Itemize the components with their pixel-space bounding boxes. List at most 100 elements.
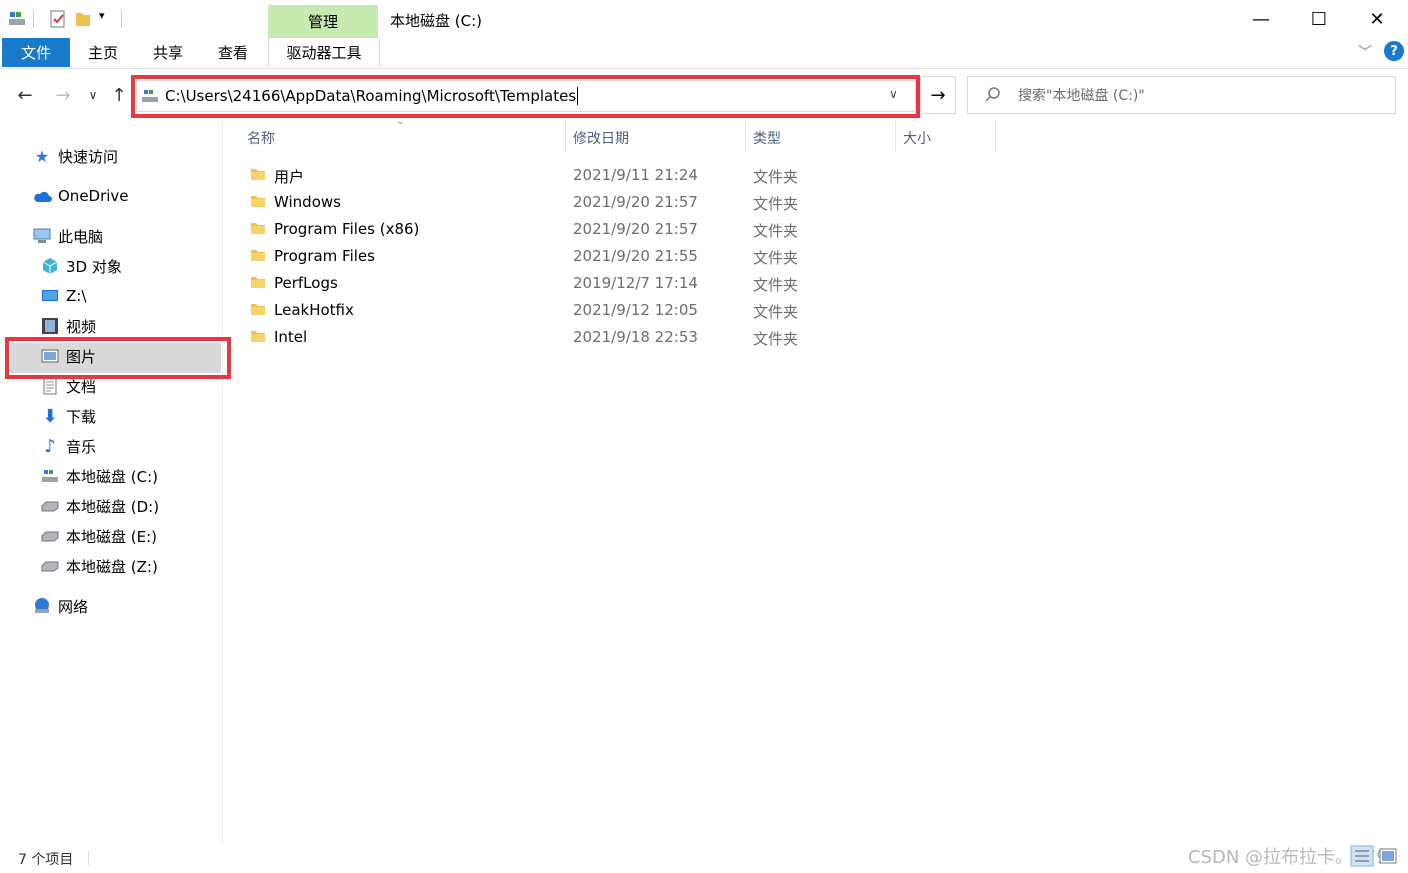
highlight-box: [5, 337, 231, 379]
folder-icon: [251, 304, 265, 315]
qa-separator: [121, 10, 122, 28]
nav-label: 本地磁盘 (E:): [66, 527, 158, 546]
new-folder-icon[interactable]: [74, 10, 92, 28]
file-row[interactable]: PerfLogs 2019/12/7 17:14 文件夹: [248, 271, 848, 298]
go-button[interactable]: →: [920, 76, 956, 114]
file-date: 2021/9/20 21:57: [573, 193, 698, 211]
nav-label: 快速访问: [58, 147, 119, 166]
maximize-button[interactable]: ☐: [1290, 0, 1348, 38]
file-date: 2019/12/7 17:14: [573, 274, 698, 292]
help-icon[interactable]: ?: [1384, 41, 1404, 61]
forward-button[interactable]: →: [50, 80, 76, 110]
close-button[interactable]: ✕: [1348, 0, 1406, 38]
nav-label: 视频: [66, 317, 97, 336]
nav-label: 3D 对象: [66, 257, 122, 276]
file-row[interactable]: Windows 2021/9/20 21:57 文件夹: [248, 190, 848, 217]
recent-locations-icon[interactable]: ∨: [80, 80, 106, 110]
music-note-icon: ♪: [44, 435, 56, 457]
tab-manage[interactable]: 管理: [268, 5, 378, 38]
properties-icon[interactable]: [49, 10, 67, 28]
column-size[interactable]: 大小: [903, 128, 931, 148]
nav-3d-objects[interactable]: 3D 对象: [40, 252, 122, 280]
nav-label: 本地磁盘 (D:): [66, 497, 160, 516]
tab-file[interactable]: 文件: [2, 38, 70, 67]
title-bar: ▾ 管理 本地磁盘 (C:) — ☐ ✕: [0, 0, 1408, 40]
tab-view[interactable]: 查看: [210, 38, 256, 67]
column-type[interactable]: 类型: [753, 128, 781, 148]
up-button[interactable]: ↑: [106, 80, 132, 110]
column-separator[interactable]: [565, 120, 566, 152]
nav-this-pc[interactable]: 此电脑: [32, 222, 103, 250]
network-icon: [32, 596, 52, 616]
nav-local-disk-e[interactable]: 本地磁盘 (E:): [40, 522, 157, 550]
file-name: LeakHotfix: [274, 301, 354, 319]
nav-music[interactable]: ♪ 音乐: [40, 432, 96, 460]
file-row[interactable]: LeakHotfix 2021/9/12 12:05 文件夹: [248, 298, 848, 325]
window-title: 本地磁盘 (C:): [390, 12, 482, 30]
file-row[interactable]: Program Files (x86) 2021/9/20 21:57 文件夹: [248, 217, 848, 244]
folder-icon: [251, 331, 265, 342]
tab-home[interactable]: 主页: [80, 38, 126, 67]
computer-icon: [32, 226, 52, 246]
file-type: 文件夹: [753, 276, 799, 294]
nav-videos[interactable]: 视频: [40, 312, 96, 340]
search-input[interactable]: 搜索"本地磁盘 (C:)": [967, 76, 1396, 114]
column-name[interactable]: 名称: [247, 128, 275, 148]
file-row[interactable]: Intel 2021/9/18 22:53 文件夹: [248, 325, 848, 352]
file-name: Intel: [274, 328, 308, 346]
cube-icon: [40, 256, 60, 276]
nav-label: OneDrive: [58, 187, 129, 205]
file-date: 2021/9/20 21:55: [573, 247, 698, 265]
nav-label: 本地磁盘 (C:): [66, 467, 158, 486]
column-modified[interactable]: 修改日期: [573, 128, 629, 148]
file-type: 文件夹: [753, 330, 799, 348]
tab-driver-tools[interactable]: 驱动器工具: [268, 38, 380, 67]
download-arrow-icon: ⬇: [42, 405, 58, 427]
sort-indicator-icon: ⌄: [396, 116, 405, 127]
column-separator[interactable]: [895, 120, 896, 152]
nav-onedrive[interactable]: OneDrive: [32, 182, 129, 210]
file-type: 文件夹: [753, 168, 799, 186]
nav-label: Z:\: [66, 287, 87, 305]
nav-local-disk-d[interactable]: 本地磁盘 (D:): [40, 492, 159, 520]
star-icon: ★: [34, 146, 50, 166]
tab-share[interactable]: 共享: [145, 38, 191, 67]
nav-downloads[interactable]: ⬇ 下载: [40, 402, 96, 430]
column-separator[interactable]: [995, 120, 996, 152]
expand-ribbon-icon[interactable]: ﹀: [1358, 42, 1372, 62]
windows-drive-icon: [40, 466, 60, 486]
minimize-button[interactable]: —: [1232, 0, 1290, 38]
view-toggle-icons[interactable]: [1350, 843, 1400, 869]
file-date: 2021/9/18 22:53: [573, 328, 698, 346]
nav-label: 本地磁盘 (Z:): [66, 557, 158, 576]
document-icon: [40, 376, 60, 396]
back-button[interactable]: ←: [12, 80, 38, 110]
nav-z-share[interactable]: Z:\: [40, 282, 86, 310]
nav-network[interactable]: 网络: [32, 592, 88, 620]
search-placeholder: 搜索"本地磁盘 (C:)": [1018, 88, 1145, 104]
qa-dropdown-icon[interactable]: ▾: [99, 9, 105, 22]
nav-label: 网络: [58, 597, 89, 616]
nav-quick-access[interactable]: ★ 快速访问: [32, 142, 118, 170]
file-type: 文件夹: [753, 222, 799, 240]
file-name: Program Files: [274, 247, 375, 265]
nav-local-disk-z[interactable]: 本地磁盘 (Z:): [40, 552, 158, 580]
column-separator[interactable]: [745, 120, 746, 152]
file-date: 2021/9/12 12:05: [573, 301, 698, 319]
nav-label: 此电脑: [58, 227, 104, 246]
file-row[interactable]: 用户 2021/9/11 21:24 文件夹: [248, 163, 848, 190]
ribbon-tabs: 文件 主页 共享 查看 驱动器工具 ﹀ ?: [0, 38, 1408, 69]
status-item-count: 7 个项目: [18, 852, 74, 868]
monitor-icon: [40, 286, 60, 306]
folder-icon: [251, 277, 265, 288]
folder-icon: [251, 223, 265, 234]
search-icon: [985, 87, 1000, 102]
film-icon: [40, 316, 60, 336]
nav-local-disk-c[interactable]: 本地磁盘 (C:): [40, 462, 158, 490]
hard-drive-icon: [40, 496, 60, 516]
hard-drive-icon: [40, 526, 60, 546]
file-date: 2021/9/11 21:24: [573, 166, 698, 184]
file-row[interactable]: Program Files 2021/9/20 21:55 文件夹: [248, 244, 848, 271]
nav-label: 音乐: [66, 437, 97, 456]
cloud-icon: [32, 186, 52, 206]
